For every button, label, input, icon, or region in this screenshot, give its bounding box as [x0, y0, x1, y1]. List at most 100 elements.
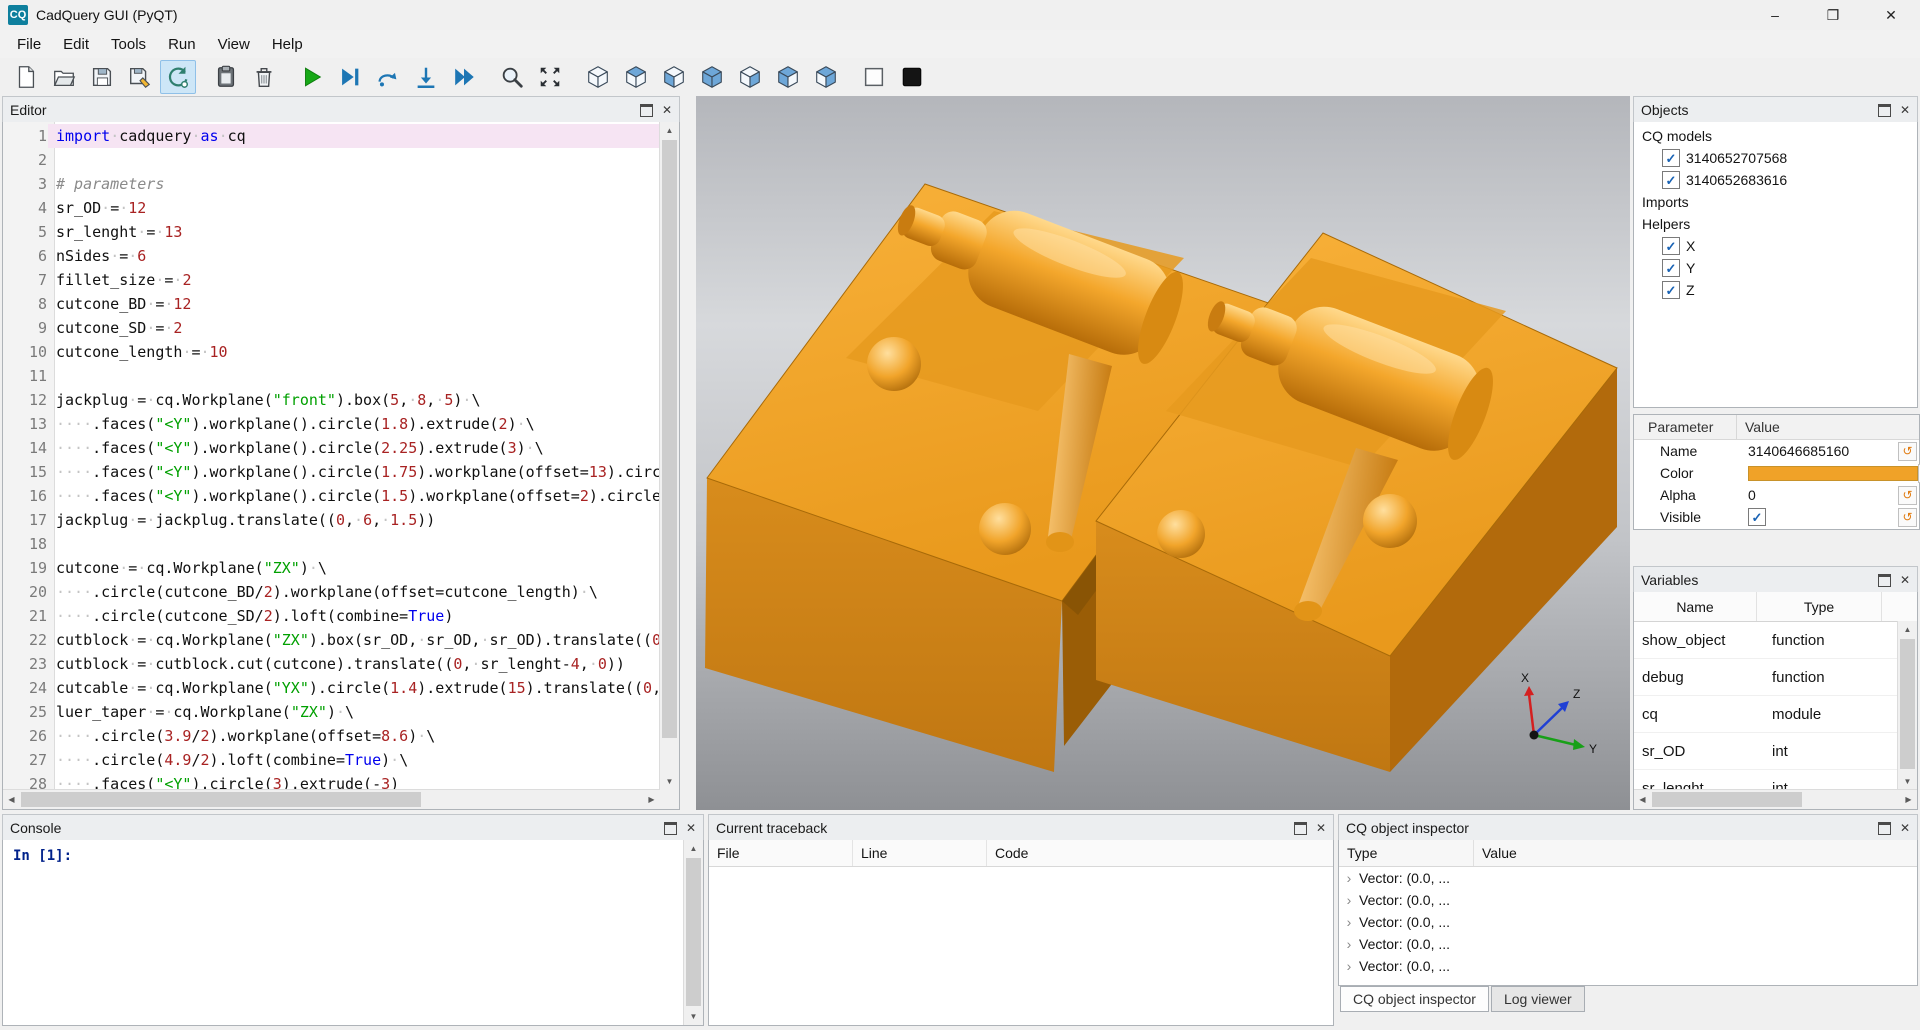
- expand-chevron-icon[interactable]: [1339, 892, 1359, 908]
- step-button[interactable]: [370, 60, 406, 94]
- scroll-down-icon[interactable]: [684, 1008, 703, 1025]
- new-script-button[interactable]: [8, 60, 44, 94]
- close-panel-icon[interactable]: [686, 822, 696, 834]
- editor-horizontal-scrollbar[interactable]: [3, 789, 660, 809]
- 3d-scene[interactable]: X Z Y: [696, 96, 1630, 810]
- close-button[interactable]: ✕: [1862, 0, 1920, 30]
- code-line[interactable]: cutcone_SD·=·2: [48, 316, 660, 340]
- shaded-mode-button[interactable]: [894, 60, 930, 94]
- code-line[interactable]: import·cadquery·as·cq: [48, 124, 660, 148]
- scroll-left-icon[interactable]: [1634, 790, 1651, 809]
- scroll-up-icon[interactable]: [684, 840, 703, 857]
- variable-row-show_object[interactable]: show_objectfunction<f: [1634, 622, 1917, 659]
- menu-help[interactable]: Help: [261, 32, 314, 57]
- variable-row-sr_OD[interactable]: sr_ODint12: [1634, 733, 1917, 770]
- code-line[interactable]: ····.circle(3.9/2).workplane(offset=8.6)…: [48, 724, 660, 748]
- render-button[interactable]: [294, 60, 330, 94]
- code-line[interactable]: cutcone·=·cq.Workplane("ZX")·\: [48, 556, 660, 580]
- float-panel-icon[interactable]: [1878, 104, 1891, 117]
- code-line[interactable]: jackplug·=·cq.Workplane("front").box(5,·…: [48, 388, 660, 412]
- code-line[interactable]: ····.circle(cutcone_BD/2).workplane(offs…: [48, 580, 660, 604]
- wireframe-mode-button[interactable]: [856, 60, 892, 94]
- viewport-3d[interactable]: X Z Y: [696, 96, 1630, 810]
- debug-button[interactable]: [332, 60, 368, 94]
- tab-log-viewer[interactable]: Log viewer: [1491, 986, 1585, 1012]
- inspector-row[interactable]: Vector: (0.0, ...: [1339, 911, 1917, 933]
- checkbox[interactable]: [1662, 237, 1680, 255]
- inspector-row[interactable]: Vector: (0.0, ...: [1339, 955, 1917, 977]
- view-top-button[interactable]: [618, 60, 654, 94]
- code-line[interactable]: cutcable·=·cq.Workplane("YX").circle(1.4…: [48, 676, 660, 700]
- tree-item-3140652683616[interactable]: 3140652683616: [1634, 169, 1917, 191]
- checkbox[interactable]: [1662, 149, 1680, 167]
- tree-item-z[interactable]: Z: [1634, 279, 1917, 301]
- scroll-right-icon[interactable]: [643, 790, 660, 809]
- scroll-thumb[interactable]: [21, 792, 421, 807]
- menu-run[interactable]: Run: [157, 32, 207, 57]
- reset-button[interactable]: [1898, 486, 1917, 505]
- code-line[interactable]: ····.faces("<Y").workplane().circle(1.75…: [48, 460, 660, 484]
- code-line[interactable]: jackplug·=·jackplug.translate((0,·6,·1.5…: [48, 508, 660, 532]
- tree-item-imports[interactable]: Imports: [1634, 191, 1917, 213]
- editor-code-area[interactable]: import·cadquery·as·cq# parameterssr_OD·=…: [48, 122, 660, 790]
- scroll-thumb[interactable]: [1652, 792, 1802, 807]
- variable-row-cq[interactable]: cqmodule<m: [1634, 696, 1917, 733]
- float-panel-icon[interactable]: [1878, 822, 1891, 835]
- float-panel-icon[interactable]: [640, 104, 653, 117]
- code-line[interactable]: ····.faces("<Y").workplane().circle(1.8)…: [48, 412, 660, 436]
- code-line[interactable]: cutcone_length·=·10: [48, 340, 660, 364]
- console-body[interactable]: In [1]:: [2, 840, 704, 1026]
- code-line[interactable]: [48, 364, 660, 388]
- code-line[interactable]: sr_OD·=·12: [48, 196, 660, 220]
- expand-chevron-icon[interactable]: [1339, 914, 1359, 930]
- code-line[interactable]: cutblock·=·cq.Workplane("ZX").box(sr_OD,…: [48, 628, 660, 652]
- maximize-button[interactable]: ❐: [1804, 0, 1862, 30]
- code-line[interactable]: [48, 148, 660, 172]
- color-swatch[interactable]: [1748, 466, 1918, 481]
- expand-chevron-icon[interactable]: [1339, 936, 1359, 952]
- minimize-button[interactable]: –: [1746, 0, 1804, 30]
- tab-cq-object-inspector[interactable]: CQ object inspector: [1340, 986, 1489, 1012]
- code-line[interactable]: luer_taper·=·cq.Workplane("ZX")·\: [48, 700, 660, 724]
- code-line[interactable]: fillet_size·=·2: [48, 268, 660, 292]
- inspector-row[interactable]: Vector: (0.0, ...: [1339, 867, 1917, 889]
- close-panel-icon[interactable]: [1900, 822, 1910, 834]
- view-bottom-button[interactable]: [656, 60, 692, 94]
- reset-button[interactable]: [1898, 508, 1917, 527]
- menu-view[interactable]: View: [207, 32, 261, 57]
- variable-row-debug[interactable]: debugfunction<f: [1634, 659, 1917, 696]
- code-line[interactable]: nSides·=·6: [48, 244, 660, 268]
- view-right-button[interactable]: [808, 60, 844, 94]
- scroll-up-icon[interactable]: [1898, 621, 1917, 638]
- menu-file[interactable]: File: [6, 32, 52, 57]
- scroll-thumb[interactable]: [1900, 639, 1915, 769]
- tree-item-y[interactable]: Y: [1634, 257, 1917, 279]
- tree-item-3140652707568[interactable]: 3140652707568: [1634, 147, 1917, 169]
- open-script-button[interactable]: [46, 60, 82, 94]
- checkbox[interactable]: [1748, 508, 1766, 526]
- checkbox[interactable]: [1662, 259, 1680, 277]
- scroll-thumb[interactable]: [686, 858, 701, 1006]
- scroll-left-icon[interactable]: [3, 790, 20, 809]
- save-script-as-button[interactable]: [122, 60, 158, 94]
- variables-horizontal-scrollbar[interactable]: [1634, 789, 1917, 809]
- inspector-row[interactable]: Vector: (0.0, ...: [1339, 889, 1917, 911]
- code-line[interactable]: sr_lenght·=·13: [48, 220, 660, 244]
- close-panel-icon[interactable]: [662, 104, 672, 116]
- expand-chevron-icon[interactable]: [1339, 958, 1359, 974]
- code-line[interactable]: ····.circle(4.9/2).loft(combine=True)·\: [48, 748, 660, 772]
- inspector-row[interactable]: Vector: (0.0, ...: [1339, 933, 1917, 955]
- paste-button[interactable]: [208, 60, 244, 94]
- variables-vertical-scrollbar[interactable]: [1897, 621, 1917, 790]
- fit-view-button[interactable]: [532, 60, 568, 94]
- float-panel-icon[interactable]: [1878, 574, 1891, 587]
- zoom-search-button[interactable]: [494, 60, 530, 94]
- code-line[interactable]: cutcone_BD·=·12: [48, 292, 660, 316]
- scroll-down-icon[interactable]: [1898, 773, 1917, 790]
- delete-button[interactable]: [246, 60, 282, 94]
- code-line[interactable]: ····.faces("<Y").workplane().circle(2.25…: [48, 436, 660, 460]
- code-line[interactable]: [48, 532, 660, 556]
- menu-edit[interactable]: Edit: [52, 32, 100, 57]
- close-panel-icon[interactable]: [1900, 574, 1910, 586]
- view-front-button[interactable]: [732, 60, 768, 94]
